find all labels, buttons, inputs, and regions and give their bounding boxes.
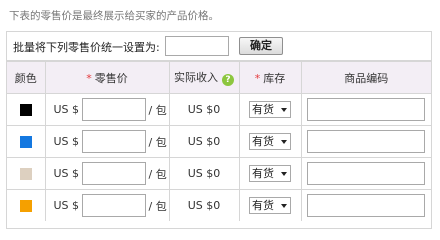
retail-price-input[interactable] [81,162,146,185]
code-cell [300,93,431,126]
unit-label: / 包 [148,199,167,213]
stock-select-value: 有货 [252,135,274,148]
actual-income-value: US $0 [187,199,221,212]
unit-label: / 包 [148,167,167,181]
currency-label: US $ [53,167,80,180]
actual-income-value: US $0 [187,103,221,116]
help-icon[interactable]: ? [222,74,234,86]
product-code-input[interactable] [307,162,426,185]
stock-select-value: 有货 [252,103,274,116]
code-cell [300,157,431,190]
stock-cell: 有货 [238,189,302,221]
batch-price-input[interactable] [165,36,229,56]
sku-table: 颜色 * 零售价 实际收入? * 库存 商品编码 US $ / 包 US $0 有货 [7,61,431,221]
color-swatch [19,168,32,180]
stock-cell: 有货 [238,157,302,190]
currency-label: US $ [53,135,80,148]
batch-price-label: 批量将下列零售价统一设置为: [13,41,160,54]
code-cell [300,189,431,221]
product-code-input[interactable] [307,130,426,153]
color-swatch [19,200,32,212]
actual-income-value: US $0 [187,167,221,180]
chevron-down-icon [281,140,287,144]
color-cell [7,189,46,221]
stock-cell: 有货 [238,125,302,158]
table-row: US $ / 包 US $0 有货 [7,125,431,158]
chevron-down-icon [281,108,287,112]
price-cell: US $ / 包 [44,189,170,221]
color-cell [7,125,46,158]
price-panel: 批量将下列零售价统一设置为: 确定 颜色 * 零售价 实际收入? * 库存 商品… [6,31,432,229]
stock-select[interactable]: 有货 [249,165,291,182]
currency-label: US $ [53,103,80,116]
stock-select[interactable]: 有货 [249,197,291,214]
color-cell [7,93,46,126]
table-row: US $ / 包 US $0 有货 [7,93,431,126]
chevron-down-icon [281,172,287,176]
header-retail-price: * 零售价 [44,61,170,94]
income-cell: US $0 [168,125,240,158]
header-product-code: 商品编码 [300,61,431,94]
batch-price-row: 批量将下列零售价统一设置为: 确定 [7,32,431,61]
color-swatch [19,136,32,148]
header-actual-income: 实际收入? [168,61,240,94]
price-cell: US $ / 包 [44,125,170,158]
currency-label: US $ [53,199,80,212]
stock-select-value: 有货 [252,199,274,212]
color-swatch [19,104,32,116]
stock-select-value: 有货 [252,167,274,180]
stock-cell: 有货 [238,93,302,126]
income-cell: US $0 [168,157,240,190]
income-cell: US $0 [168,93,240,126]
income-cell: US $0 [168,189,240,221]
retail-price-input[interactable] [81,194,146,217]
required-mark: * [86,71,92,85]
actual-income-value: US $0 [187,135,221,148]
product-code-input[interactable] [307,194,426,217]
header-stock: * 库存 [238,61,302,94]
header-color: 颜色 [7,61,46,94]
table-row: US $ / 包 US $0 有货 [7,157,431,190]
table-row: US $ / 包 US $0 有货 [7,189,431,221]
table-header-row: 颜色 * 零售价 实际收入? * 库存 商品编码 [7,61,431,94]
chevron-down-icon [281,204,287,208]
retail-price-input[interactable] [81,98,146,121]
color-cell [7,157,46,190]
required-mark: * [254,71,261,85]
price-note: 下表的零售价是最终展示给买家的产品价格。 [9,10,219,22]
code-cell [300,125,431,158]
price-cell: US $ / 包 [44,157,170,190]
confirm-button[interactable]: 确定 [239,37,283,55]
stock-select[interactable]: 有货 [249,133,291,150]
price-cell: US $ / 包 [44,93,170,126]
product-code-input[interactable] [307,98,426,121]
unit-label: / 包 [148,103,167,117]
retail-price-input[interactable] [81,130,146,153]
stock-select[interactable]: 有货 [249,101,291,118]
unit-label: / 包 [148,135,167,149]
